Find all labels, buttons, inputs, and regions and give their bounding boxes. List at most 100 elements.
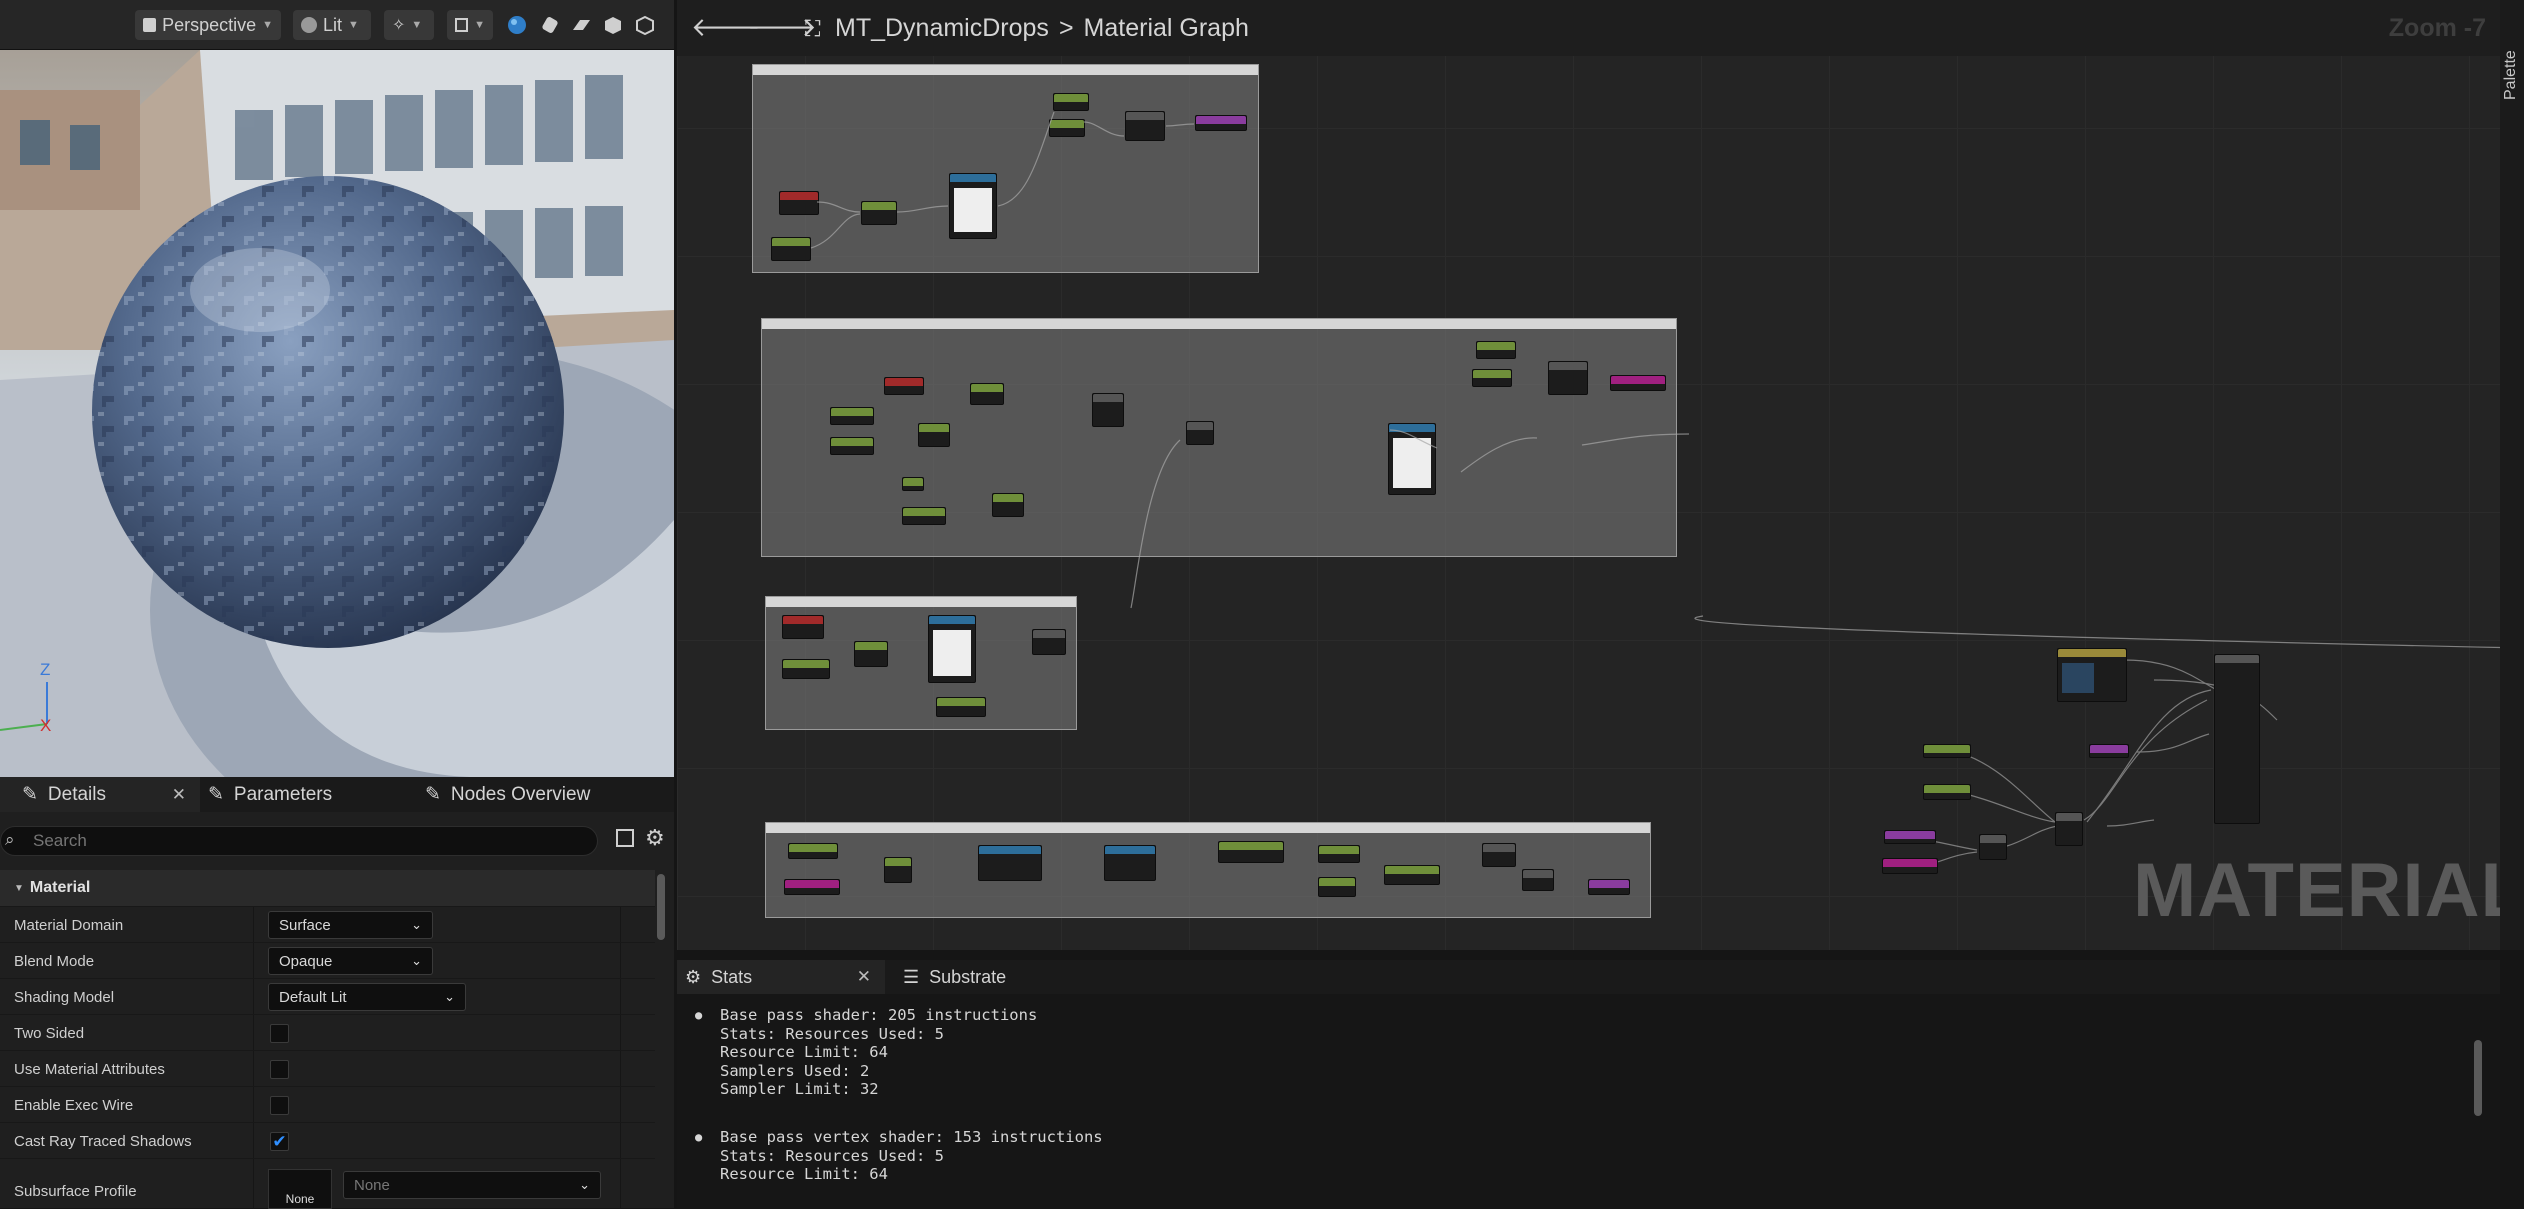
show-flags-dropdown[interactable]: ✧ ▼ [384,10,434,40]
axis-x-label: X [40,716,51,735]
list-icon: ☰ [903,966,920,987]
search-input[interactable] [31,830,571,852]
axis-z-label: Z [40,660,50,679]
preview-plane-icon[interactable] [570,14,592,36]
math-node[interactable] [1979,834,2007,860]
tab-nodes-overview[interactable]: ✎ Nodes Overview [423,777,653,812]
details-scrollbar[interactable] [657,874,665,940]
settings-gear-icon[interactable]: ⚙ [645,825,665,851]
chevron-down-icon: ⌄ [579,1177,590,1192]
property-label: Blend Mode [14,952,95,970]
sphere-icon [301,17,317,33]
chevron-down-icon: ▼ [411,19,423,31]
preview-cylinder-icon[interactable] [539,14,561,36]
tab-nodes-overview-label: Nodes Overview [450,783,591,805]
stat-line: Samplers Used: 2 [720,1061,870,1080]
param-node[interactable] [1923,744,1971,758]
property-label: Use Material Attributes [14,1060,165,1078]
material-output-node[interactable] [2214,654,2260,824]
param-node[interactable] [1923,784,1971,800]
tab-stats[interactable]: ⚙ Stats ✕ [677,960,885,994]
chevron-down-icon: ⌄ [411,953,422,968]
tab-substrate[interactable]: ☰ Substrate [901,960,1041,994]
stat-line: Resource Limit: 64 [720,1043,888,1061]
blend-mode-dropdown[interactable]: Opaque ⌄ [268,947,433,975]
table-view-icon[interactable] [616,829,634,847]
stats-panel: ⚙ Stats ✕ ☰ Substrate ● Base pass shader… [677,960,2500,1208]
param-node[interactable] [1884,830,1936,844]
use-material-attributes-checkbox[interactable] [270,1060,289,1079]
lit-mode-label: Lit [323,14,343,35]
property-row: Subsurface Profile None None ⌄ [0,1158,655,1209]
stat-line: Resource Limit: 64 [720,1165,888,1183]
preview-sphere-icon[interactable] [506,14,528,36]
stat-line: Base pass vertex shader: 153 instruction… [720,1128,1103,1146]
chevron-down-icon: ▼ [348,19,359,31]
property-row: Use Material Attributes [0,1050,655,1087]
close-icon[interactable]: ✕ [172,785,186,805]
lit-dropdown[interactable]: Lit ▼ [293,10,371,40]
layout-dropdown[interactable]: ▼ [447,10,493,40]
chevron-down-icon: ⌄ [411,917,422,932]
cast-ray-traced-shadows-checkbox[interactable]: ✔ [270,1132,289,1151]
tab-parameters[interactable]: ✎ Parameters [206,777,406,812]
material-graph[interactable]: 🡐 🡒 ⛶ MT_DynamicDrops > Material Graph Z… [677,0,2500,950]
stat-line: Stats: Resources Used: 5 [720,1146,944,1165]
math-node[interactable] [2055,812,2083,846]
palette-strip[interactable] [2500,0,2524,950]
dropdown-value: Opaque [279,952,333,970]
viewport-toolbar: Perspective ▼ Lit ▼ ✧ ▼ ▼ [0,0,674,50]
dropdown-value: Surface [279,916,331,934]
checkmark-icon: ✔ [272,1132,287,1151]
property-row: Material Domain Surface ⌄ [0,906,655,943]
property-label: Subsurface Profile [14,1182,137,1200]
stats-output: ● Base pass shader: 205 instructions Sta… [677,994,2500,1208]
chevron-down-icon: ▼ [262,19,273,31]
subsurface-thumbnail[interactable]: None [268,1169,332,1209]
close-icon[interactable]: ✕ [857,967,871,987]
property-row: Shading Model Default Lit ⌄ [0,978,655,1015]
search-icon: ⌕ [5,830,15,849]
chevron-down-icon: ▼ [474,19,485,31]
tab-parameters-label: Parameters [233,783,333,805]
tab-stats-label: Stats [711,966,753,987]
pencil-icon: ✎ [208,784,224,805]
palette-tab[interactable]: Palette [2502,50,2520,100]
bullet-icon: ● [695,1130,703,1144]
category-material[interactable]: ▼ Material [0,870,655,906]
param-node[interactable] [2089,744,2129,758]
tab-details-label: Details [47,783,106,805]
pencil-icon: ✎ [425,784,441,805]
search-box[interactable]: ⌕ [0,826,598,856]
tab-details[interactable]: ✎ Details ✕ [0,777,200,812]
perspective-dropdown[interactable]: Perspective ▼ [135,10,281,40]
stats-icon: ⚙ [685,966,702,987]
param-node[interactable] [1882,858,1938,874]
preview-cube-icon[interactable] [602,14,624,36]
dropdown-value: Default Lit [279,988,347,1006]
enable-exec-wire-checkbox[interactable] [270,1096,289,1115]
texture-sample-node[interactable] [2057,648,2127,702]
property-label: Material Domain [14,916,124,934]
preview-mesh-icon[interactable] [634,14,656,36]
stat-line: Sampler Limit: 32 [720,1080,879,1098]
layout-icon [455,18,469,32]
two-sided-checkbox[interactable] [270,1024,289,1043]
details-tabbar: ✎ Details ✕ ✎ Parameters ✎ Nodes Overvie… [0,777,674,812]
stat-line: Stats: Resources Used: 5 [720,1024,944,1043]
shading-model-dropdown[interactable]: Default Lit ⌄ [268,983,466,1011]
details-panel: ⌕ ⚙ ▼ Material Material Domain Surface ⌄… [0,812,674,1209]
property-label: Enable Exec Wire [14,1096,134,1114]
tab-substrate-label: Substrate [929,966,1007,987]
camera-icon [143,18,157,32]
property-row: Two Sided [0,1014,655,1051]
stats-scrollbar[interactable] [2474,1040,2482,1116]
viewport-panel[interactable]: Perspective ▼ Lit ▼ ✧ ▼ ▼ Z X [0,0,674,777]
property-row: Blend Mode Opaque ⌄ [0,942,655,979]
stat-line: Base pass shader: 205 instructions [720,1006,1038,1024]
viewport-scene[interactable]: Z X [0,50,674,777]
subsurface-profile-dropdown[interactable]: None ⌄ [343,1171,601,1199]
material-domain-dropdown[interactable]: Surface ⌄ [268,911,433,939]
stat-block-vertex: ● Base pass vertex shader: 153 instructi… [687,1128,1103,1184]
thumbnail-label: None [285,1192,315,1206]
